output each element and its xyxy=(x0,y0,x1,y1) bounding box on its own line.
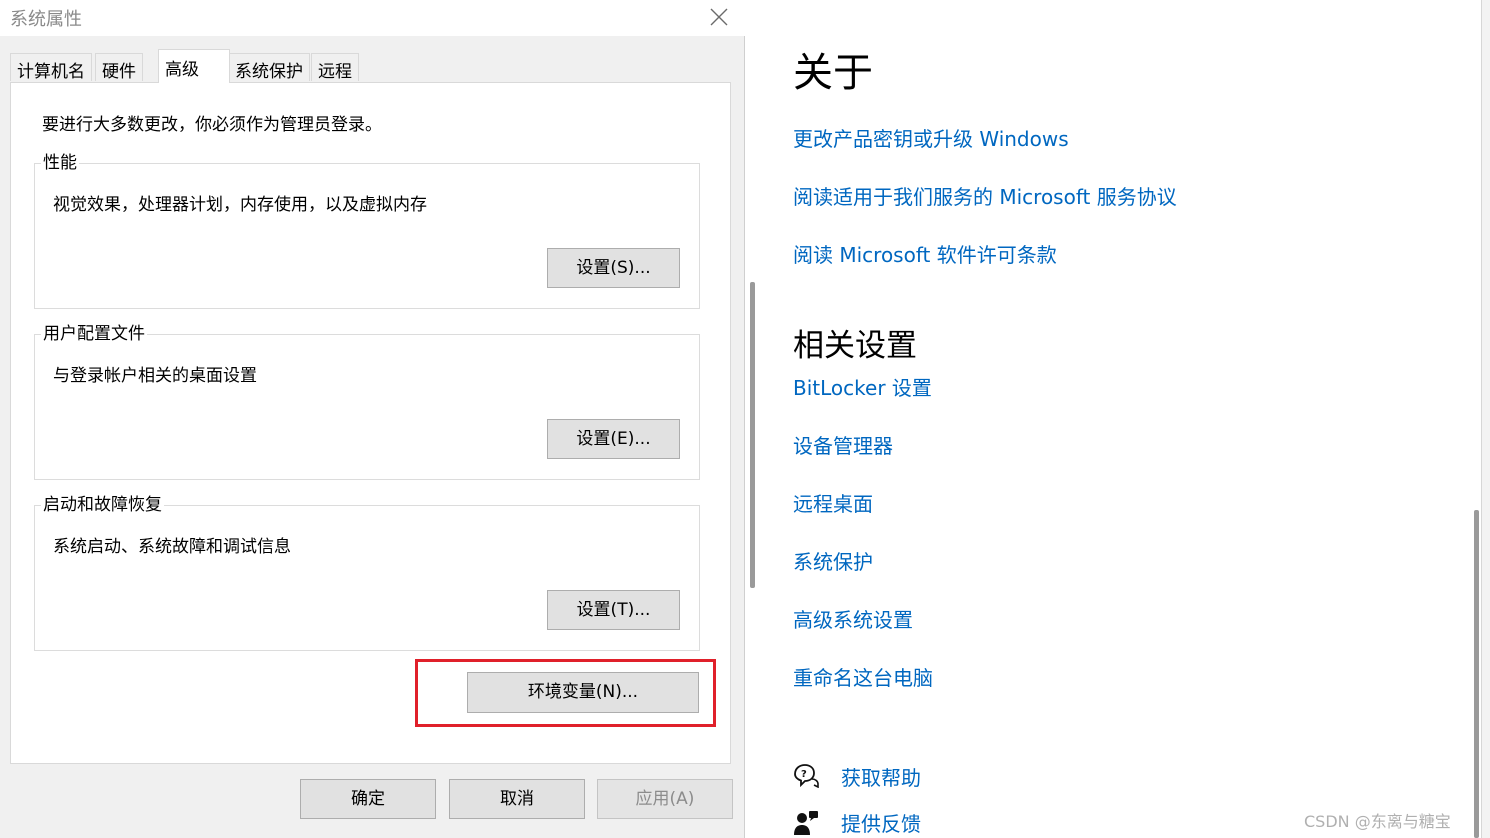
system-protection-link[interactable]: 系统保护 xyxy=(793,546,873,575)
service-agreement-link[interactable]: 阅读适用于我们服务的 Microsoft 服务协议 xyxy=(793,181,1177,210)
system-properties-dialog: 系统属性 计算机名 硬件 高级 系统保护 远程 要进行大多数更改，你必须作为管理… xyxy=(0,0,745,838)
device-manager-link[interactable]: 设备管理器 xyxy=(793,430,893,459)
advanced-tab-panel: 要进行大多数更改，你必须作为管理员登录。 性能 视觉效果，处理器计划，内存使用，… xyxy=(10,82,731,764)
svg-text:?: ? xyxy=(801,769,807,780)
ok-button[interactable]: 确定 xyxy=(300,779,436,819)
feedback-person-icon xyxy=(794,811,818,835)
close-button[interactable] xyxy=(700,0,740,34)
admin-notice: 要进行大多数更改，你必须作为管理员登录。 xyxy=(42,115,382,135)
left-scrollbar[interactable] xyxy=(750,282,755,588)
watermark: CSDN @东离与糖宝 xyxy=(1304,812,1451,831)
help-chat-icon: ? xyxy=(794,764,819,788)
user-profiles-legend: 用户配置文件 xyxy=(41,324,147,344)
tab-system-protection[interactable]: 系统保护 xyxy=(228,53,310,82)
performance-legend: 性能 xyxy=(41,153,79,173)
environment-variables-button[interactable]: 环境变量(N)... xyxy=(467,672,699,713)
advanced-system-settings-link[interactable]: 高级系统设置 xyxy=(793,604,913,633)
tab-advanced[interactable]: 高级 xyxy=(158,49,230,83)
license-terms-link[interactable]: 阅读 Microsoft 软件许可条款 xyxy=(793,239,1057,268)
feedback-link[interactable]: 提供反馈 xyxy=(841,808,921,837)
rename-pc-link[interactable]: 重命名这台电脑 xyxy=(793,662,933,691)
cancel-button[interactable]: 取消 xyxy=(449,779,585,819)
dialog-title: 系统属性 xyxy=(10,9,82,30)
get-help-link[interactable]: 获取帮助 xyxy=(841,762,921,791)
settings-about-page: 关于 更改产品密钥或升级 Windows 阅读适用于我们服务的 Microsof… xyxy=(757,0,1479,838)
dialog-titlebar: 系统属性 xyxy=(0,0,745,36)
tab-remote[interactable]: 远程 xyxy=(311,53,359,82)
apply-button[interactable]: 应用(A) xyxy=(597,779,733,819)
user-profiles-settings-button[interactable]: 设置(E)... xyxy=(547,419,680,459)
startup-recovery-group: 启动和故障恢复 系统启动、系统故障和调试信息 设置(T)... xyxy=(34,495,700,651)
tab-computer-name[interactable]: 计算机名 xyxy=(10,53,92,82)
performance-settings-button[interactable]: 设置(S)... xyxy=(547,248,680,288)
tab-hardware[interactable]: 硬件 xyxy=(95,53,143,82)
bitlocker-settings-link[interactable]: BitLocker 设置 xyxy=(793,372,932,401)
related-settings-heading: 相关设置 xyxy=(793,328,917,364)
about-heading: 关于 xyxy=(793,50,873,96)
right-scrollbar[interactable] xyxy=(1474,510,1479,838)
change-product-key-link[interactable]: 更改产品密钥或升级 Windows xyxy=(793,123,1069,152)
startup-recovery-description: 系统启动、系统故障和调试信息 xyxy=(53,537,291,557)
close-icon xyxy=(710,8,728,26)
user-profiles-group: 用户配置文件 与登录帐户相关的桌面设置 设置(E)... xyxy=(34,324,700,480)
remote-desktop-link[interactable]: 远程桌面 xyxy=(793,488,873,517)
background-window-edge xyxy=(1482,0,1490,838)
performance-group: 性能 视觉效果，处理器计划，内存使用，以及虚拟内存 设置(S)... xyxy=(34,153,700,309)
startup-recovery-legend: 启动和故障恢复 xyxy=(41,495,164,515)
performance-description: 视觉效果，处理器计划，内存使用，以及虚拟内存 xyxy=(53,195,427,215)
user-profiles-description: 与登录帐户相关的桌面设置 xyxy=(53,366,257,386)
startup-recovery-settings-button[interactable]: 设置(T)... xyxy=(547,590,680,630)
